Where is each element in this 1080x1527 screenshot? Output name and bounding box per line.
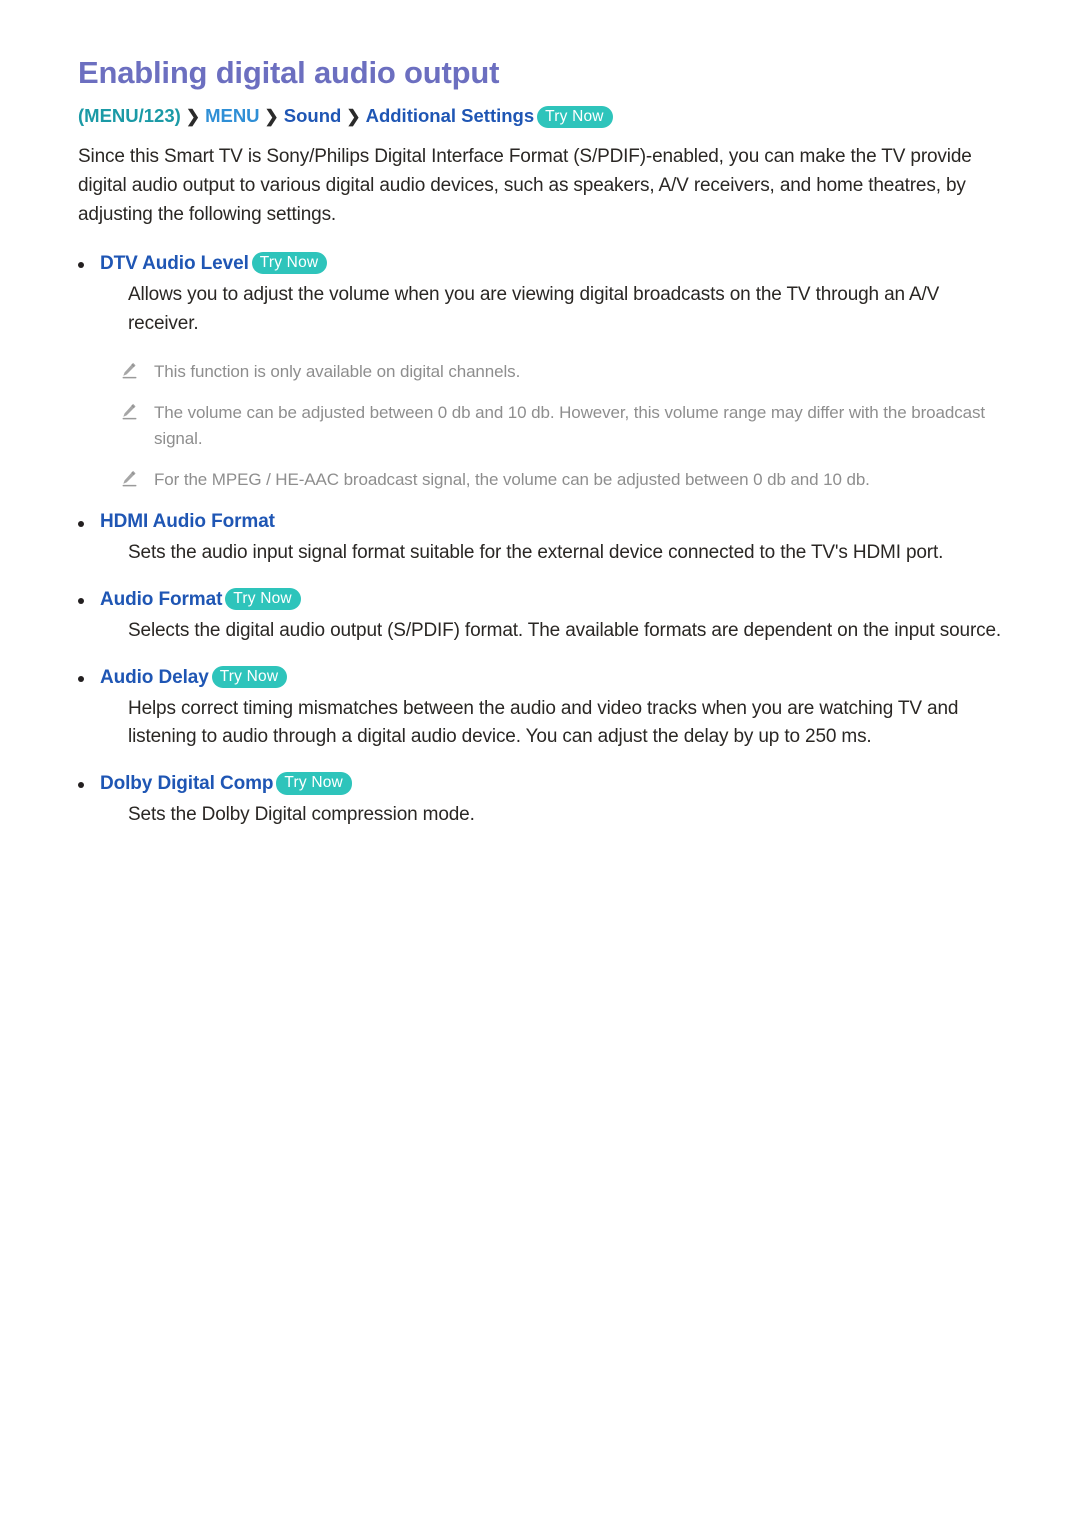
note-text: The volume can be adjusted between 0 db … bbox=[154, 403, 985, 448]
section-heading-dolby-digital-comp: Dolby Digital Comp Try Now bbox=[78, 772, 1005, 795]
breadcrumb-item-sound: Sound bbox=[283, 104, 342, 126]
intro-paragraph: Since this Smart TV is Sony/Philips Digi… bbox=[78, 146, 972, 226]
document-page: Enabling digital audio output (MENU/123)… bbox=[0, 0, 1080, 1527]
breadcrumb-item-menu: MENU bbox=[205, 104, 260, 126]
section-heading-hdmi-audio-format: HDMI Audio Format bbox=[78, 511, 1005, 533]
section-heading-dtv-audio-level: DTV Audio Level Try Now bbox=[78, 252, 1005, 275]
chevron-right-icon: ❯ bbox=[264, 106, 279, 126]
bullet-dot-icon bbox=[78, 262, 84, 269]
bullet-dot-icon bbox=[78, 675, 84, 682]
try-now-badge[interactable]: Try Now bbox=[211, 665, 288, 688]
bullet-dot-icon bbox=[78, 520, 84, 527]
section-body-hdmi-audio-format: Sets the audio input signal format suita… bbox=[128, 541, 944, 563]
pencil-icon bbox=[120, 361, 139, 380]
bullet-dot-icon bbox=[78, 597, 84, 604]
section-label: HDMI Audio Format bbox=[100, 510, 275, 532]
try-now-badge[interactable]: Try Now bbox=[225, 587, 301, 611]
section-body-audio-delay: Helps correct timing mismatches between … bbox=[128, 697, 959, 748]
try-now-badge[interactable]: Try Now bbox=[537, 105, 613, 129]
bullet-dot-icon bbox=[78, 782, 84, 789]
try-now-badge[interactable]: Try Now bbox=[276, 772, 352, 795]
chevron-right-icon: ❯ bbox=[185, 106, 201, 126]
section-body-dolby-digital-comp: Sets the Dolby Digital compression mode. bbox=[128, 804, 475, 826]
try-now-badge[interactable]: Try Now bbox=[251, 252, 328, 275]
section-label: DTV Audio Level bbox=[100, 253, 249, 275]
section-label: Audio Delay bbox=[100, 666, 209, 688]
breadcrumb: (MENU/123) ❯ MENU ❯ Sound ❯ Additional Setting… bbox=[78, 102, 1005, 130]
breadcrumb-item-additional-settings: Additional Settings bbox=[365, 104, 535, 126]
section-heading-audio-format: Audio Format Try Now bbox=[78, 587, 1005, 611]
notes-list-dtv-audio-level: This function is only available on digit… bbox=[78, 359, 1005, 493]
pencil-icon bbox=[120, 469, 139, 488]
page-title: Enabling digital audio output bbox=[78, 55, 500, 90]
breadcrumb-item-menu123: (MENU/123) bbox=[78, 104, 181, 126]
note-item: The volume can be adjusted between 0 db … bbox=[78, 400, 1005, 451]
chevron-right-icon: ❯ bbox=[346, 106, 361, 126]
note-text: This function is only available on digit… bbox=[154, 361, 521, 381]
section-label: Audio Format bbox=[100, 588, 223, 610]
note-text: For the MPEG / HE-AAC broadcast signal, … bbox=[154, 470, 870, 490]
section-label: Dolby Digital Comp bbox=[100, 773, 274, 795]
section-body-dtv-audio-level: Allows you to adjust the volume when you… bbox=[128, 284, 940, 334]
note-item: This function is only available on digit… bbox=[78, 359, 1005, 385]
section-body-audio-format: Selects the digital audio output (S/PDIF… bbox=[128, 619, 1002, 641]
pencil-icon bbox=[120, 402, 139, 421]
section-heading-audio-delay: Audio Delay Try Now bbox=[78, 665, 1005, 689]
note-item: For the MPEG / HE-AAC broadcast signal, … bbox=[78, 467, 1005, 493]
